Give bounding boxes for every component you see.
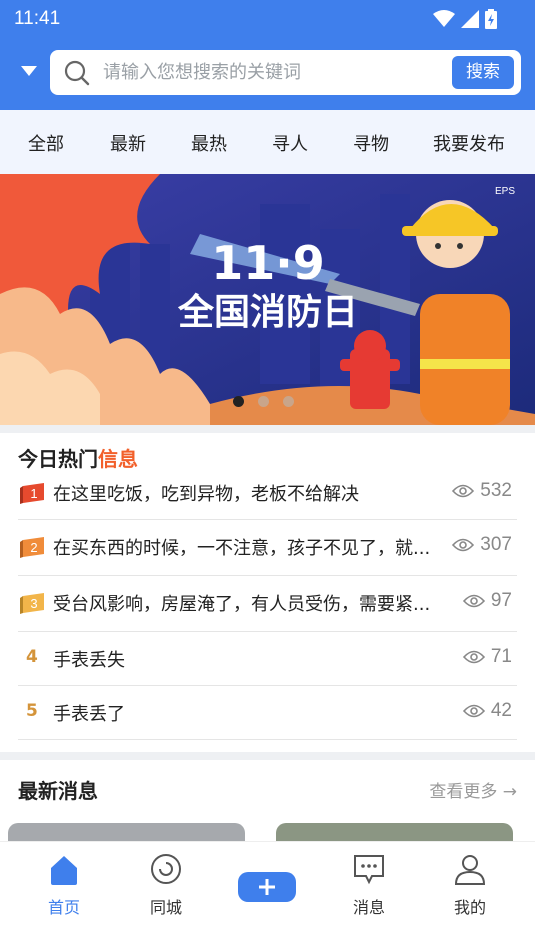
plus-icon (259, 879, 275, 895)
search-box[interactable]: 搜索 (50, 50, 521, 95)
user-icon (454, 855, 486, 885)
view-count: 42 (462, 700, 512, 722)
wifi-icon (433, 10, 455, 27)
status-time: 11:41 (14, 8, 61, 29)
hot-list-item[interactable]: 3 受台风影响，房屋淹了，有人员受伤，需要紧... 97 (18, 576, 517, 632)
status-bar: 11:41 (0, 0, 535, 38)
bottom-tab-bar: 首页 同城 消息 我的 (0, 841, 535, 951)
view-count: 307 (452, 534, 512, 556)
news-thumbnail[interactable] (276, 823, 513, 843)
rank-badge-2-icon: 2 (20, 537, 44, 558)
search-icon (64, 60, 90, 86)
hot-item-text: 在买东西的时候，一不注意，孩子不见了，就... (53, 538, 431, 559)
hot-item-text: 受台风影响，房屋淹了，有人员受伤，需要紧... (53, 594, 431, 615)
hot-item-text: 手表丢了 (53, 704, 125, 725)
home-icon (51, 856, 77, 885)
hot-item-text: 手表丢失 (53, 650, 125, 671)
category-tabs: 全部 最新 最热 寻人 寻物 我要发布 (0, 110, 535, 174)
view-count: 97 (462, 590, 512, 612)
city-refresh-icon (151, 854, 181, 884)
banner-image: EPS 11·9 全国消防日 (0, 174, 535, 425)
latest-section-title: 最新消息 (18, 779, 98, 803)
eye-icon (462, 704, 485, 718)
add-post-button[interactable] (238, 872, 296, 902)
tab-home[interactable]: 首页 (24, 852, 104, 918)
hot-list-item[interactable]: 4 手表丢失 71 (18, 632, 517, 686)
battery-icon (485, 9, 497, 29)
view-count: 71 (462, 646, 512, 668)
carousel-dots (233, 396, 294, 407)
banner-carousel[interactable]: EPS 11·9 全国消防日 (0, 174, 535, 425)
tab-publish[interactable]: 我要发布 (433, 130, 505, 156)
rank-number: 5 (26, 701, 38, 721)
eye-icon (462, 594, 485, 608)
eye-icon (452, 484, 475, 498)
tab-find-item[interactable]: 寻物 (353, 130, 389, 156)
hot-list-item[interactable]: 5 手表丢了 42 (18, 686, 517, 740)
section-divider (0, 425, 535, 433)
message-icon (354, 855, 384, 885)
svg-text:1: 1 (30, 486, 37, 501)
tab-find-person[interactable]: 寻人 (272, 130, 308, 156)
news-thumbnail[interactable] (8, 823, 245, 843)
eye-icon (462, 650, 485, 664)
rank-badge-1-icon: 1 (20, 483, 44, 504)
search-button[interactable]: 搜索 (452, 56, 514, 89)
hot-list-item[interactable]: 1 在这里吃饭，吃到异物，老板不给解决 532 (18, 466, 517, 520)
tab-latest[interactable]: 最新 (110, 130, 146, 156)
tab-mine[interactable]: 我的 (430, 852, 510, 918)
view-more-link[interactable]: 查看更多 → (429, 777, 517, 802)
banner-tag: EPS (495, 186, 515, 197)
banner-title-line2: 全国消防日 (177, 291, 358, 333)
tab-hottest[interactable]: 最热 (191, 130, 227, 156)
carousel-dot-2[interactable] (258, 396, 269, 407)
hot-list-item[interactable]: 2 在买东西的时候，一不注意，孩子不见了，就... 307 (18, 520, 517, 576)
tab-messages[interactable]: 消息 (329, 852, 409, 918)
view-count: 532 (452, 480, 512, 502)
banner-title-line1: 11·9 (211, 236, 325, 290)
carousel-dot-1[interactable] (233, 396, 244, 407)
signal-icon (461, 10, 479, 28)
tab-city[interactable]: 同城 (126, 852, 206, 918)
search-input[interactable] (103, 50, 443, 95)
rank-badge-3-icon: 3 (20, 593, 44, 614)
section-divider (0, 752, 535, 760)
svg-text:2: 2 (30, 540, 37, 555)
eye-icon (452, 538, 475, 552)
system-icons (433, 9, 497, 29)
svg-text:3: 3 (30, 596, 37, 611)
hot-item-text: 在这里吃饭，吃到异物，老板不给解决 (53, 484, 359, 505)
carousel-dot-3[interactable] (283, 396, 294, 407)
tab-all[interactable]: 全部 (28, 130, 64, 156)
dropdown-triangle-icon[interactable] (19, 60, 39, 80)
search-header: 搜索 (0, 38, 535, 110)
rank-number: 4 (26, 647, 38, 667)
